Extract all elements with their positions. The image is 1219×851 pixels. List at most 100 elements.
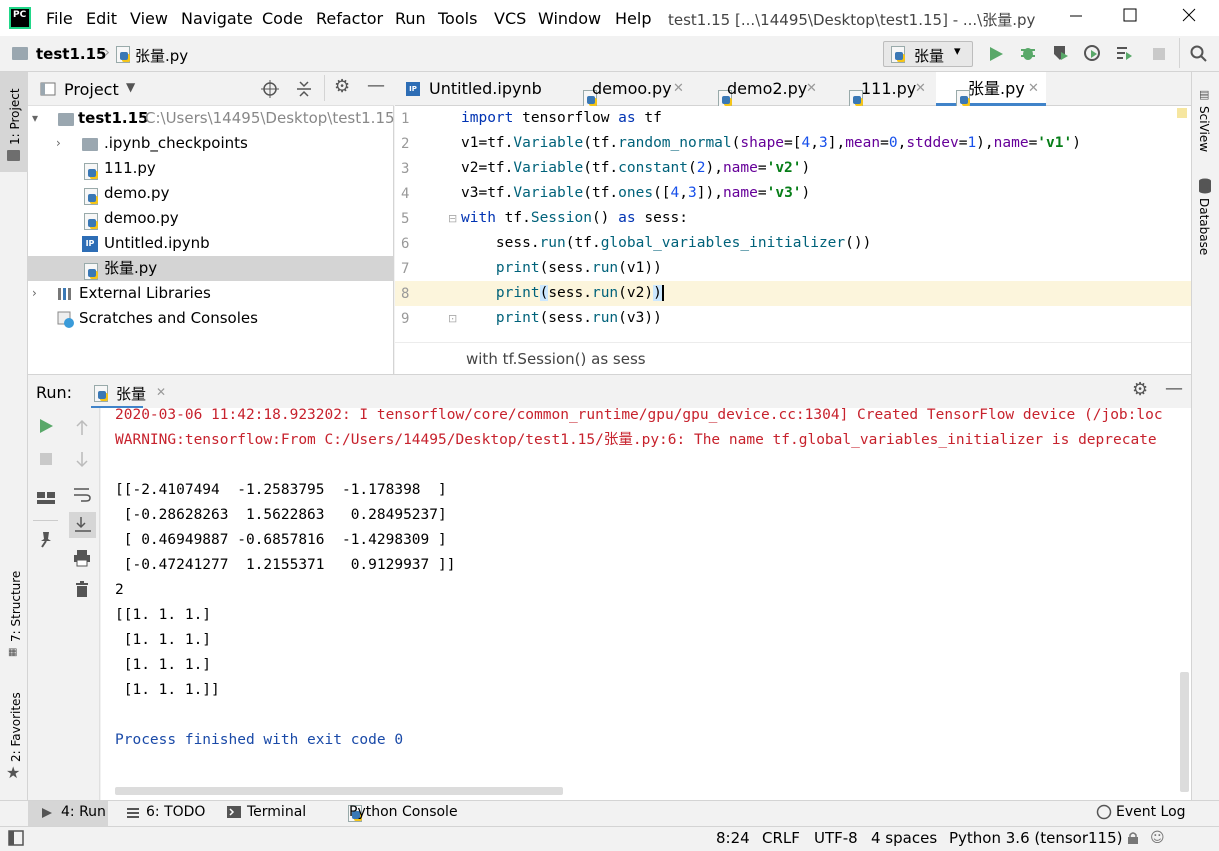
close-tab-icon[interactable]: ✕ [806,72,817,106]
hide-panel-icon[interactable]: — [367,75,385,96]
tree-item-label: Untitled.ipynb [104,234,210,252]
maximize-button[interactable] [1117,6,1143,30]
tree-item[interactable]: 111.py [28,156,394,181]
tree-item[interactable]: IP Untitled.ipynb [28,231,394,256]
soft-wrap-icon[interactable] [72,485,92,503]
python-console-tool-tab[interactable]: Python Console [349,804,458,820]
editor-tab-active[interactable]: 张量.py ✕ [936,72,1046,107]
fold-icon[interactable]: ⊟ [448,212,457,225]
close-run-tab-icon[interactable]: ✕ [156,385,166,399]
profile-icon[interactable] [1083,44,1101,62]
tree-item-label: demoo.py [104,209,179,227]
tree-root[interactable]: ▾ test1.15 C:\Users\14495\Desktop\test1.… [28,106,395,131]
toolbar-divider [1179,38,1180,68]
code-line-5: with tf.Session() as sess: [461,210,689,226]
terminal-tool-tab[interactable]: Terminal [247,804,306,820]
menu-edit[interactable]: Edit [86,9,117,28]
editor-tab[interactable]: demoo.py ✕ [563,72,697,107]
concurrency-icon[interactable] [1115,44,1133,62]
collapse-all-icon[interactable] [295,80,313,98]
favorites-tool-tab[interactable]: 2: Favorites [9,692,23,762]
trash-icon[interactable] [74,580,90,598]
gear-icon[interactable]: ⚙ [334,76,350,97]
view-mode-chevron-icon[interactable]: ▼ [126,80,135,94]
locate-file-icon[interactable] [261,80,279,98]
editor-tab[interactable]: demo2.py ✕ [698,72,828,107]
menu-navigate[interactable]: Navigate [181,9,253,28]
tree-item-selected[interactable]: 张量.py [28,256,393,281]
console-vertical-scrollbar[interactable] [1180,672,1189,792]
line-number: 9 [401,311,410,327]
rerun-icon[interactable] [38,418,54,434]
editor-tab[interactable]: 111.py ✕ [829,72,935,107]
project-panel-title[interactable]: Project [64,80,119,99]
close-icon [1182,8,1196,22]
python-icon [94,385,108,402]
menu-vcs[interactable]: VCS [494,9,526,28]
layout-icon[interactable] [36,490,56,506]
tree-item[interactable]: demoo.py [28,206,394,231]
fold-end-icon[interactable]: ⊡ [448,312,457,325]
file-encoding[interactable]: UTF-8 [814,829,858,847]
python-interpreter[interactable]: Python 3.6 (tensor115) [949,829,1123,847]
database-tool-tab[interactable]: Database [1197,198,1211,255]
tree-item[interactable]: demo.py [28,181,394,206]
hide-panel-icon[interactable]: — [1165,378,1183,399]
menu-code[interactable]: Code [262,9,303,28]
editor-breadcrumb[interactable]: with tf.Session() as sess [466,350,646,368]
search-icon[interactable] [1190,45,1208,63]
run-icon[interactable] [988,46,1004,62]
tree-external-libraries[interactable]: › External Libraries [28,281,394,306]
scroll-to-end-button[interactable] [69,512,96,538]
tree-item-label: 111.py [104,159,156,177]
event-log-icon [1096,804,1112,820]
tree-scratches[interactable]: Scratches and Consoles [28,306,394,331]
line-separator[interactable]: CRLF [762,829,800,847]
stop-icon[interactable] [1151,46,1167,62]
nav-file[interactable]: 张量.py [135,45,188,66]
editor-tab-label: demoo.py [592,79,672,98]
run-config-select[interactable]: 张量 ▾ [883,41,973,67]
menu-file[interactable]: File [46,9,73,28]
scratches-icon [57,311,74,328]
editor-tab[interactable]: IP Untitled.ipynb [396,72,562,106]
debug-icon[interactable] [1019,44,1037,62]
console-line: 2 [115,582,124,598]
project-tool-label: 1: Project [8,88,22,145]
todo-tool-tab[interactable]: 6: TODO [146,804,205,820]
pin-icon[interactable] [38,530,54,548]
gear-icon[interactable]: ⚙ [1132,379,1148,400]
close-button[interactable] [1176,6,1202,30]
menu-tools[interactable]: Tools [438,9,477,28]
up-arrow-icon[interactable] [74,418,90,436]
event-log-tool-tab[interactable]: Event Log [1116,804,1186,820]
menu-view[interactable]: View [130,9,168,28]
menu-window[interactable]: Window [538,9,601,28]
run-with-coverage-icon[interactable] [1051,44,1069,62]
menu-help[interactable]: Help [615,9,651,28]
caret-position[interactable]: 8:24 [716,829,750,847]
close-tab-icon[interactable]: ✕ [673,72,684,106]
indent-setting[interactable]: 4 spaces [871,829,937,847]
toggle-tool-windows-icon[interactable] [8,830,24,846]
minimize-button[interactable] [1063,6,1089,30]
sciview-tool-tab[interactable]: SciView [1197,106,1211,152]
run-tab-label[interactable]: 张量 [116,383,146,404]
close-tab-icon[interactable]: ✕ [915,72,926,106]
notebook-file-icon: IP [406,82,420,96]
stop-icon[interactable] [38,451,54,467]
tree-item[interactable]: › .ipynb_checkpoints [28,131,394,156]
menu-run[interactable]: Run [395,9,426,28]
print-icon[interactable] [72,549,92,567]
inspection-status-icon[interactable] [1177,108,1187,118]
structure-tool-tab[interactable]: 7: Structure [9,571,23,642]
close-tab-icon[interactable]: ✕ [1028,72,1039,106]
console-exit-line: Process finished with exit code 0 [115,732,404,748]
menu-refactor[interactable]: Refactor [316,9,383,28]
inspector-icon[interactable]: ☺ [1150,830,1165,846]
code-line-8: print(sess.run(v2)) [495,285,664,301]
nav-project[interactable]: test1.15 [36,45,106,63]
lock-icon[interactable] [1126,831,1140,845]
down-arrow-icon[interactable] [74,451,90,469]
console-horizontal-scrollbar[interactable] [115,787,563,795]
